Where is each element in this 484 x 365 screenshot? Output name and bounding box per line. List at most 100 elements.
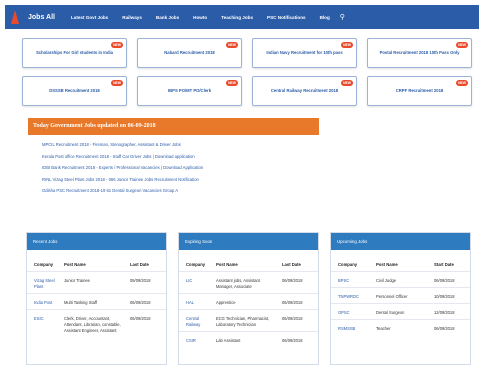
nav-item-railways[interactable]: Railways [122, 15, 142, 20]
date-cell: 06/09/2018 [275, 292, 318, 310]
new-badge: NEW [341, 80, 353, 86]
date-cell: 12/09/2018 [427, 302, 470, 320]
table-row: LIC Assistant jobs, Assistant Manager, A… [179, 271, 318, 294]
job-card[interactable]: DSSSB Recruitment 2018 NEW [22, 76, 127, 106]
today-jobs-list: MPCIL Recruitment 2018 - Fireman, Stenog… [28, 135, 319, 197]
nav-item-teaching-jobs[interactable]: Teaching Jobs [221, 15, 253, 20]
nav-item-latest-govt-jobs[interactable]: Latest Govt Jobs [71, 15, 108, 20]
job-card-label: Indian Navy Recruitment for 10th pass [266, 50, 343, 56]
expiring-soon-panel: Expiring Soon Company Post Name Last Dat… [178, 232, 319, 365]
table-row: ESIC Clerk, Driver, Accountant, Attendan… [27, 308, 166, 337]
new-badge: NEW [226, 42, 238, 48]
today-job-link[interactable]: Odisha PSC Recruitment 2018-19 61 Dental… [42, 185, 319, 197]
post-name: Dental Surgeon [369, 302, 427, 320]
job-card-label: Postal Recruitment 2018 10th Pass Only [379, 50, 460, 56]
job-card[interactable]: Indian Navy Recruitment for 10th pass NEW [252, 38, 357, 68]
table-row: India Post Multi Tasking Staff 06/09/201… [27, 292, 166, 310]
date-cell: 06/09/2018 [275, 271, 318, 294]
today-job-link[interactable]: RINL Vizag Steel Plant Jobs 2018 - 066 J… [42, 174, 319, 186]
company-link[interactable]: Vizag Steel Plant [27, 271, 57, 294]
recent-jobs-table: Company Post Name Last Date Vizag Steel … [27, 256, 166, 337]
new-badge: NEW [111, 80, 123, 86]
post-name: Assistant jobs, Assistant Manager, Assoc… [209, 271, 275, 294]
post-name: Multi Tasking Staff [57, 292, 123, 310]
company-link[interactable]: LIC [179, 271, 209, 294]
job-card-label: Nabard Recruitment 2018 [164, 50, 215, 56]
column-header: Company [186, 262, 206, 267]
site-brand[interactable]: Jobs All [28, 14, 55, 21]
job-card-label: Scholarships For Girl students in India [35, 50, 113, 56]
upcoming-jobs-table: Company Post Name Start Date BPSC Civil … [331, 256, 470, 335]
date-cell: 10/09/2018 [427, 286, 470, 304]
nav-item-blog[interactable]: Blog [320, 15, 330, 20]
nav-item-psc-notifications[interactable]: PSC Notifications [267, 15, 306, 20]
table-row: CSIR Lab Assistant 06/09/2018 [179, 330, 318, 347]
date-cell: 06/09/2018 [123, 292, 166, 310]
today-jobs-section: Today Government Jobs updated on 06-09-2… [28, 118, 319, 197]
company-link[interactable]: HAL [179, 292, 209, 310]
post-name: Lab Assistant [209, 330, 275, 347]
job-card-label: DSSSB Recruitment 2018 [49, 88, 100, 94]
recent-jobs-panel: Recent Jobs Company Post Name Last Date … [26, 232, 167, 365]
company-link[interactable]: RSMSSB [331, 318, 369, 335]
table-row: Vizag Steel Plant Junior Trainee 05/09/2… [27, 271, 166, 294]
date-cell: 06/09/2018 [123, 308, 166, 337]
date-cell: 06/09/2018 [427, 271, 470, 288]
nav-item-bank-jobs[interactable]: Bank Jobs [156, 15, 179, 20]
table-row: Central Railway ECG Technician, Pharmaci… [179, 308, 318, 332]
job-card-label: IBPS PO/MT PO/Clerk [167, 88, 212, 94]
today-job-link[interactable]: MPCIL Recruitment 2018 - Fireman, Stenog… [42, 139, 319, 151]
date-cell: 06/09/2018 [427, 318, 470, 335]
date-cell: 05/09/2018 [123, 271, 166, 294]
table-row: BPSC Civil Judge 06/09/2018 [331, 271, 470, 288]
nav-item-howto[interactable]: Howto [193, 15, 207, 20]
table-row: HAL Apprentice 06/09/2018 [179, 292, 318, 310]
column-header: Start Date [434, 262, 454, 267]
post-name: Personnel Officer [369, 286, 427, 304]
new-badge: NEW [226, 80, 238, 86]
job-card-label: CRPF Recruitment 2018 [395, 88, 444, 94]
company-link[interactable]: CSIR [179, 330, 209, 347]
post-name: Junior Trainee [57, 271, 123, 294]
column-header: Company [338, 262, 358, 267]
new-badge: NEW [111, 42, 123, 48]
table-row: OPSC Dental Surgeon 12/09/2018 [331, 302, 470, 320]
post-name: ECG Technician, Pharmacist, Laboratory T… [209, 308, 275, 332]
panel-title: Recent Jobs [27, 233, 166, 250]
featured-job-cards: Scholarships For Girl students in India N… [22, 38, 472, 106]
table-row: TNPWRDC Personnel Officer 10/09/2018 [331, 286, 470, 304]
company-link[interactable]: India Post [27, 292, 57, 310]
post-name: Clerk, Driver, Accountant, Attendant, Li… [57, 308, 123, 337]
date-cell: 06/09/2018 [275, 308, 318, 332]
column-header: Post Name [376, 262, 398, 267]
logo-icon[interactable] [8, 8, 22, 26]
date-cell: 06/09/2018 [275, 330, 318, 347]
top-navbar: Jobs All Latest Govt Jobs Railways Bank … [5, 5, 479, 29]
column-header: Post Name [216, 262, 238, 267]
column-header: Post Name [64, 262, 86, 267]
search-icon[interactable]: ⚲ [340, 13, 345, 21]
column-header: Last Date [282, 262, 301, 267]
post-name: Teacher [369, 318, 427, 335]
company-link[interactable]: OPSC [331, 302, 369, 320]
job-card[interactable]: Central Railway Recruitment 2018 NEW [252, 76, 357, 106]
column-header: Company [34, 262, 54, 267]
company-link[interactable]: BPSC [331, 271, 369, 288]
upcoming-jobs-panel: Upcoming Jobs Company Post Name Start Da… [330, 232, 471, 365]
post-name: Civil Judge [369, 271, 427, 288]
job-card[interactable]: CRPF Recruitment 2018 NEW [367, 76, 472, 106]
today-job-link[interactable]: Kerala Post office Recruitment 2018 - St… [42, 151, 319, 163]
job-card[interactable]: Scholarships For Girl students in India N… [22, 38, 127, 68]
company-link[interactable]: Central Railway [179, 308, 209, 332]
job-card[interactable]: Nabard Recruitment 2018 NEW [137, 38, 242, 68]
column-header: Last Date [130, 262, 149, 267]
panel-title: Expiring Soon [179, 233, 318, 250]
post-name: Apprentice [209, 292, 275, 310]
job-card[interactable]: Postal Recruitment 2018 10th Pass Only NE… [367, 38, 472, 68]
today-job-link[interactable]: IDBI Bank Recruitment 2018 - Experts / P… [42, 162, 319, 174]
expiring-soon-table: Company Post Name Last Date LIC Assistan… [179, 256, 318, 347]
company-link[interactable]: TNPWRDC [331, 286, 369, 304]
job-card[interactable]: IBPS PO/MT PO/Clerk NEW [137, 76, 242, 106]
panel-title: Upcoming Jobs [331, 233, 470, 250]
company-link[interactable]: ESIC [27, 308, 57, 337]
